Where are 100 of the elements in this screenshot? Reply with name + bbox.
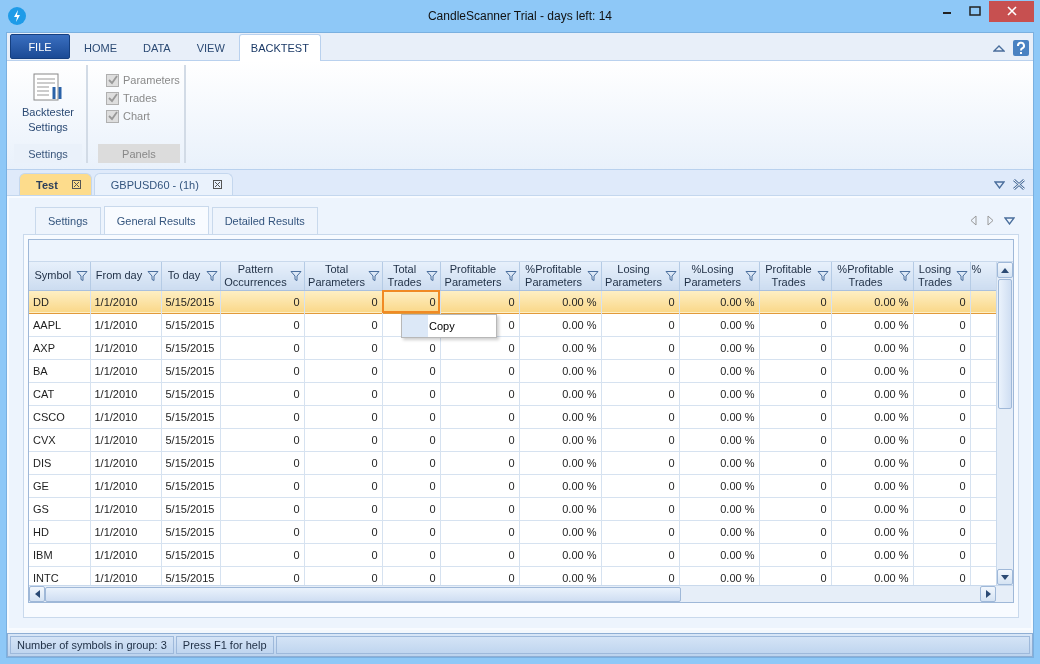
filter-icon[interactable] bbox=[425, 269, 438, 282]
table-row[interactable]: CVX 1/1/2010 5/15/2015 0 0 0 0 0.00 % 0 0.00 % 0 0.00 % 0 bbox=[29, 428, 996, 451]
column-header[interactable]: Total Parameters bbox=[304, 262, 382, 290]
scroll-thumb[interactable] bbox=[45, 586, 681, 602]
close-tab-icon[interactable] bbox=[71, 180, 81, 189]
table-cell: 0 bbox=[440, 405, 519, 428]
status-text: Press F1 for help bbox=[175, 636, 274, 654]
table-cell: 0.00 % bbox=[679, 382, 759, 405]
column-header[interactable]: %Profitable Parameters bbox=[519, 262, 601, 290]
document-tab[interactable]: GBPUSD60 - (1h) bbox=[93, 173, 233, 195]
column-header[interactable]: Profitable Trades bbox=[759, 262, 831, 290]
column-header[interactable]: %Profitable Trades bbox=[831, 262, 913, 290]
filter-icon[interactable] bbox=[816, 269, 829, 282]
table-cell: 1/1/2010 bbox=[90, 359, 161, 382]
column-header[interactable]: From day bbox=[90, 262, 161, 290]
filter-icon[interactable] bbox=[205, 269, 218, 282]
collapse-ribbon-icon[interactable] bbox=[993, 43, 1005, 53]
filter-icon[interactable] bbox=[75, 269, 88, 282]
menu-item[interactable]: Copy bbox=[402, 315, 496, 337]
table-cell: 5/15/2015 bbox=[161, 313, 220, 336]
column-header[interactable]: Total Trades bbox=[382, 262, 440, 290]
table-cell: 0.00 % bbox=[519, 474, 601, 497]
settings-document-icon bbox=[32, 73, 64, 103]
help-icon[interactable] bbox=[1013, 40, 1029, 56]
column-header[interactable]: Profitable Parameters bbox=[440, 262, 519, 290]
document-tab[interactable]: Test bbox=[19, 173, 92, 195]
scroll-left-icon[interactable] bbox=[29, 586, 45, 602]
table-cell: 0.00 % bbox=[519, 428, 601, 451]
filter-icon[interactable] bbox=[898, 269, 911, 282]
close-button[interactable] bbox=[989, 0, 1034, 22]
filter-icon[interactable] bbox=[664, 269, 677, 282]
column-header[interactable]: Losing Trades bbox=[913, 262, 970, 290]
scroll-thumb[interactable] bbox=[998, 279, 1012, 409]
column-header[interactable]: %Losing Parameters bbox=[679, 262, 759, 290]
table-cell: 0 bbox=[382, 428, 440, 451]
filter-icon[interactable] bbox=[744, 269, 757, 282]
table-row[interactable]: DD 1/1/2010 5/15/2015 0 0 0 0 0.00 % 0 0.00 % 0 0.00 % 0 bbox=[29, 290, 996, 313]
close-tab-icon[interactable] bbox=[212, 180, 222, 189]
table-cell: CSCO bbox=[29, 405, 90, 428]
table-cell: 0 bbox=[220, 520, 304, 543]
table-cell: 0.00 % bbox=[519, 313, 601, 336]
column-header[interactable]: To day bbox=[161, 262, 220, 290]
table-cell: 1/1/2010 bbox=[90, 543, 161, 566]
table-row[interactable]: CSCO 1/1/2010 5/15/2015 0 0 0 0 0.00 % 0 0.00 % 0 0.00 % 0 bbox=[29, 405, 996, 428]
table-row[interactable]: CAT 1/1/2010 5/15/2015 0 0 0 0 0.00 % 0 0.00 % 0 0.00 % 0 bbox=[29, 382, 996, 405]
table-row[interactable]: HD 1/1/2010 5/15/2015 0 0 0 0 0.00 % 0 0.00 % 0 0.00 % 0 bbox=[29, 520, 996, 543]
table-row[interactable]: GS 1/1/2010 5/15/2015 0 0 0 0 0.00 % 0 0.00 % 0 0.00 % 0 bbox=[29, 497, 996, 520]
table-cell: 0.00 % bbox=[679, 428, 759, 451]
table-cell: 0 bbox=[382, 520, 440, 543]
table-cell: 0 bbox=[220, 359, 304, 382]
table-cell: 0 bbox=[759, 313, 831, 336]
table-cell: 0 bbox=[913, 382, 970, 405]
table-cell: 0 bbox=[304, 474, 382, 497]
filter-icon[interactable] bbox=[504, 269, 517, 282]
table-cell: 0 bbox=[382, 382, 440, 405]
table-cell: 0 bbox=[913, 474, 970, 497]
filter-icon[interactable] bbox=[955, 269, 968, 282]
table-cell: 0.00 % bbox=[519, 336, 601, 359]
results-tab[interactable]: Detailed Results bbox=[211, 207, 318, 234]
scroll-right-icon[interactable] bbox=[980, 586, 996, 602]
maximize-icon bbox=[969, 6, 981, 16]
window-title: CandleScanner Trial - days left: 14 bbox=[427, 9, 613, 23]
scroll-up-icon[interactable] bbox=[997, 262, 1013, 278]
dropdown-icon[interactable] bbox=[994, 180, 1005, 189]
ribbon-tab[interactable]: BACKTEST bbox=[238, 34, 321, 61]
table-cell: 0 bbox=[304, 543, 382, 566]
table-cell: 0.00 % bbox=[679, 290, 759, 313]
close-icon[interactable] bbox=[1013, 179, 1025, 190]
filter-icon[interactable] bbox=[289, 269, 302, 282]
table-cell: 0 bbox=[601, 543, 679, 566]
horizontal-scrollbar[interactable] bbox=[29, 585, 1013, 602]
filter-icon[interactable] bbox=[146, 269, 159, 282]
table-cell: 0 bbox=[382, 290, 440, 313]
table-cell: 0 bbox=[759, 290, 831, 313]
column-header[interactable]: Losing Parameters bbox=[601, 262, 679, 290]
vertical-scrollbar[interactable] bbox=[996, 262, 1013, 585]
table-cell: 0 bbox=[304, 520, 382, 543]
file-menu-button[interactable]: FILE bbox=[10, 34, 70, 59]
table-cell: 0.00 % bbox=[519, 382, 601, 405]
column-header[interactable]: Symbol bbox=[29, 262, 90, 290]
checkbox-label: Parameters bbox=[123, 74, 180, 86]
table-cell: GS bbox=[29, 497, 90, 520]
filter-icon[interactable] bbox=[367, 269, 380, 282]
scroll-down-icon[interactable] bbox=[997, 569, 1013, 585]
table-cell: 0 bbox=[440, 428, 519, 451]
column-header[interactable]: % bbox=[970, 262, 996, 290]
filter-icon[interactable] bbox=[586, 269, 599, 282]
table-cell: 0.00 % bbox=[679, 543, 759, 566]
table-row[interactable]: BA 1/1/2010 5/15/2015 0 0 0 0 0.00 % 0 0.00 % 0 0.00 % 0 bbox=[29, 359, 996, 382]
table-row[interactable]: GE 1/1/2010 5/15/2015 0 0 0 0 0.00 % 0 0.00 % 0 0.00 % 0 bbox=[29, 474, 996, 497]
results-tab[interactable]: General Results bbox=[103, 206, 209, 234]
table-cell: 0 bbox=[440, 543, 519, 566]
results-tab[interactable]: Settings bbox=[35, 207, 101, 234]
table-row[interactable]: AXP 1/1/2010 5/15/2015 0 0 0 0 0.00 % 0 0.00 % 0 0.00 % 0 bbox=[29, 336, 996, 359]
table-row[interactable]: DIS 1/1/2010 5/15/2015 0 0 0 0 0.00 % 0 0.00 % 0 0.00 % 0 bbox=[29, 451, 996, 474]
table-row[interactable]: IBM 1/1/2010 5/15/2015 0 0 0 0 0.00 % 0 0.00 % 0 0.00 % 0 bbox=[29, 543, 996, 566]
column-header[interactable]: Pattern Occurrences bbox=[220, 262, 304, 290]
table-cell: IBM bbox=[29, 543, 90, 566]
backtester-settings-button[interactable]: Backtester Settings bbox=[14, 65, 82, 135]
dropdown-icon[interactable] bbox=[1004, 216, 1015, 225]
